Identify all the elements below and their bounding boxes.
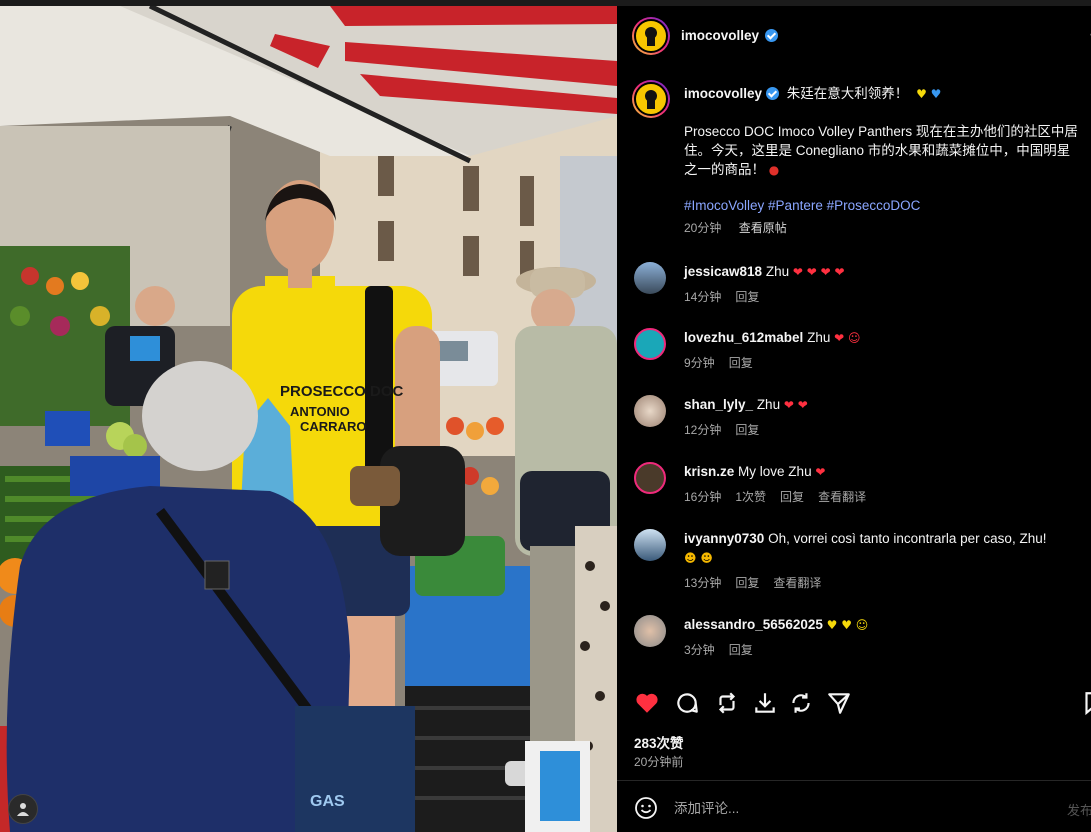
see-translation-button[interactable]: 查看翻译: [773, 576, 821, 590]
comment-input[interactable]: [674, 798, 1054, 818]
comment-text: My love Zhu: [738, 464, 812, 479]
commenter-avatar[interactable]: [634, 462, 666, 494]
user-icon: [17, 803, 29, 816]
comment-time: 14分钟: [684, 290, 722, 304]
shirt-text-line3: CARRARO: [300, 419, 366, 434]
comment-username[interactable]: shan_lyly_: [684, 397, 753, 412]
commenter-avatar[interactable]: [634, 615, 666, 647]
comment-time: 16分钟: [684, 490, 722, 504]
commenter-avatar[interactable]: [634, 262, 666, 294]
comment-username[interactable]: ivyanny0730: [684, 531, 764, 546]
header-avatar[interactable]: [632, 17, 670, 55]
post-header: imocovolley •: [617, 6, 1091, 66]
shirt-text-line2: ANTONIO: [290, 404, 350, 419]
download-icon[interactable]: [752, 690, 778, 716]
verified-badge-icon: [766, 87, 780, 100]
comment-item: alessandro_56562025 ♥ ♥ ☺ 3分钟 回复: [634, 615, 1074, 665]
panther-logo-icon: [645, 90, 657, 109]
yellow-heart-icon: ♥: [916, 87, 927, 101]
repost-icon[interactable]: [714, 690, 740, 716]
reply-button[interactable]: 回复: [729, 643, 753, 657]
heart-smile-emoji-icon: ❤ ☺: [834, 331, 861, 345]
heart-emoji-icon: ❤ ❤ ❤ ❤: [792, 265, 845, 279]
heart-emoji-icon: ❤: [815, 465, 826, 479]
comment-time: 3分钟: [684, 643, 715, 657]
see-translation-button[interactable]: 查看翻译: [818, 490, 866, 504]
comment-username[interactable]: jessicaw818: [684, 264, 762, 279]
bookmark-icon[interactable]: [1080, 690, 1091, 716]
header-username[interactable]: imocovolley: [681, 28, 759, 43]
reply-button[interactable]: 回复: [735, 290, 759, 304]
comment-time: 9分钟: [684, 356, 715, 370]
reply-button[interactable]: 回复: [780, 490, 804, 504]
caption-body: Prosecco DOC Imoco Volley Panthers 现在在主办…: [684, 122, 1079, 180]
commenter-avatar[interactable]: [634, 529, 666, 561]
heart-kiss-emoji-icon: ♥ ♥ ☺: [826, 618, 869, 632]
comment-composer: [634, 796, 1084, 820]
action-bar: [634, 690, 1091, 718]
reply-button[interactable]: 回复: [735, 576, 759, 590]
send-icon[interactable]: [826, 690, 852, 716]
commenter-avatar[interactable]: [634, 328, 666, 360]
comment-item: shan_lyly_ Zhu ❤ ❤ 12分钟 回复: [634, 395, 1074, 445]
blue-heart-icon: ♥: [930, 87, 942, 101]
panther-logo-icon: [645, 27, 657, 46]
divider: [617, 780, 1091, 781]
comment-time: 13分钟: [684, 576, 722, 590]
comment-text: Zhu: [756, 397, 781, 412]
shirt-text-line1: PROSECCO DOC: [280, 383, 404, 400]
reply-button[interactable]: 回复: [729, 356, 753, 370]
comment-text: Zhu: [807, 330, 831, 345]
verified-badge-icon: [765, 29, 778, 42]
comment-time: 12分钟: [684, 423, 722, 437]
post-photo[interactable]: PROSECCO DOC ANTONIO CARRARO GAS: [0, 6, 617, 832]
caption-body-text: Prosecco DOC Imoco Volley Panthers 现在在主办…: [684, 124, 1078, 177]
reply-button[interactable]: 回复: [735, 423, 759, 437]
comment-item: jessicaw818 Zhu ❤ ❤ ❤ ❤ 14分钟 回复: [634, 262, 1074, 312]
comment-username[interactable]: lovezhu_612mabel: [684, 330, 803, 345]
commenter-avatar[interactable]: [634, 395, 666, 427]
comment-username[interactable]: krisn.ze: [684, 464, 734, 479]
comment-username[interactable]: alessandro_56562025: [684, 617, 823, 632]
heart-emoji-icon: ❤ ❤: [783, 398, 808, 412]
profile-floating-button[interactable]: [8, 794, 38, 824]
heart-icon[interactable]: [634, 690, 660, 716]
likes-count[interactable]: 283次赞: [634, 732, 684, 752]
posted-time: 20分钟前: [634, 755, 684, 769]
post-side-panel: imocovolley • imocovolley 朱廷在意大利领养！ ♥ ♥ …: [617, 6, 1091, 832]
remix-icon[interactable]: [788, 690, 814, 716]
strawberry-icon: ●: [768, 163, 780, 177]
caption-time: 20分钟: [684, 221, 722, 235]
comment-icon[interactable]: [674, 690, 700, 716]
comment-likes[interactable]: 1次赞: [735, 490, 766, 504]
post-comment-button[interactable]: 发布: [1067, 800, 1091, 819]
comment-item: lovezhu_612mabel Zhu ❤ ☺ 9分钟 回复: [634, 328, 1074, 378]
emoji-icon[interactable]: [634, 796, 658, 820]
comment-item: krisn.ze My love Zhu ❤ 16分钟 1次赞 回复 查看翻译: [634, 462, 1074, 512]
star-eyes-emoji-icon: ☻ ☻: [684, 551, 713, 565]
see-original-link[interactable]: 查看原帖: [739, 221, 787, 235]
svg-text:GAS: GAS: [310, 793, 345, 810]
caption-avatar[interactable]: [632, 80, 670, 118]
comment-text: Oh, vorrei così tanto incontrarla per ca…: [768, 531, 1047, 546]
comment-text: Zhu: [765, 264, 790, 279]
caption-username[interactable]: imocovolley: [684, 86, 762, 101]
caption: imocovolley 朱廷在意大利领养！ ♥ ♥ Prosecco DOC I…: [684, 84, 1079, 236]
market-scene-illustration: PROSECCO DOC ANTONIO CARRARO GAS: [0, 6, 617, 832]
comment-item: ivyanny0730 Oh, vorrei così tanto incont…: [634, 529, 1074, 593]
hashtags[interactable]: #ImocoVolley #Pantere #ProseccoDOC: [684, 198, 1079, 213]
caption-title: 朱廷在意大利领养！: [786, 86, 909, 101]
